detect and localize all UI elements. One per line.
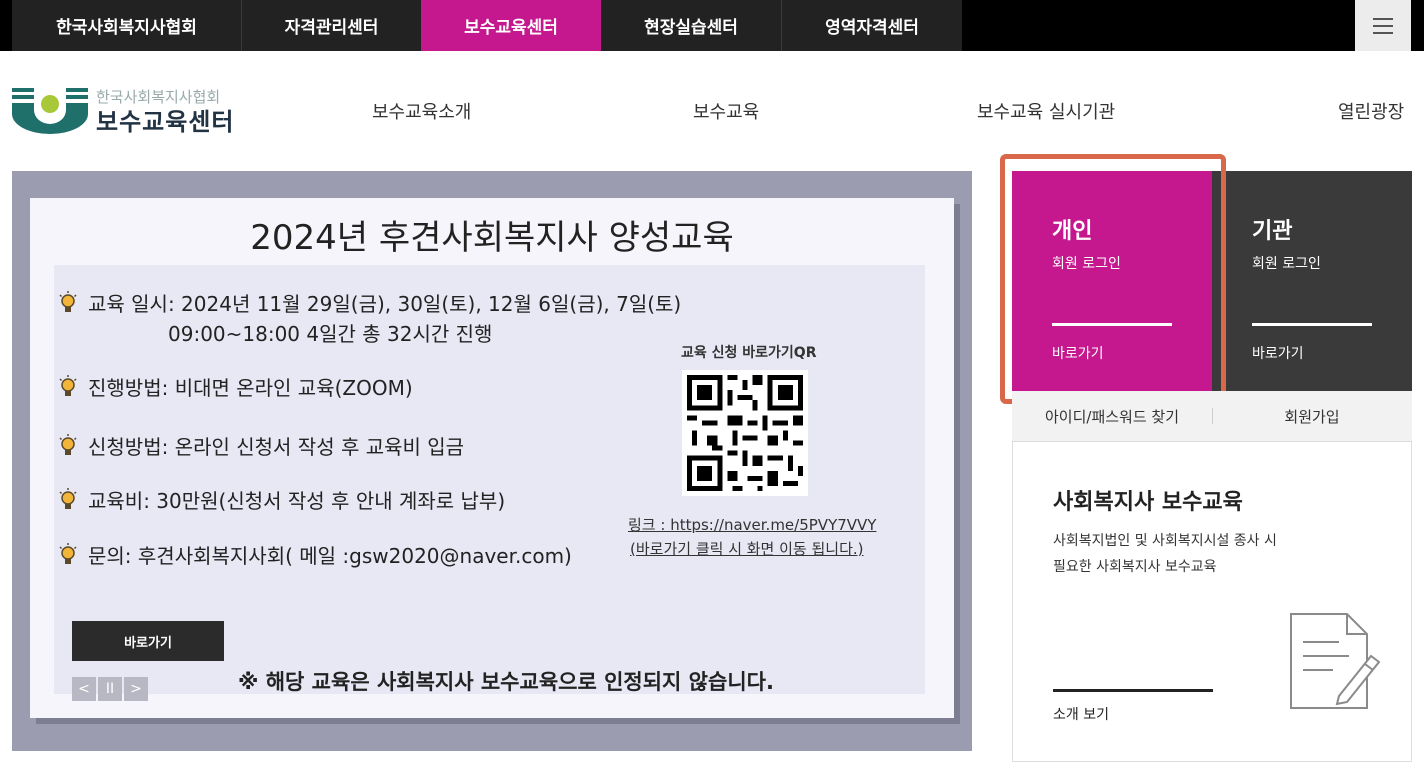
account-links: 아이디/패스워드 찾기 회원가입	[1012, 391, 1412, 441]
lightbulb-icon	[59, 290, 77, 312]
banner-next-button[interactable]: >	[124, 677, 148, 701]
intro-more-link[interactable]: 소개 보기	[1053, 704, 1109, 724]
intro-description: 필요한 사회복지사 보수교육	[1053, 559, 1217, 575]
qr-link-note[interactable]: (바로가기 클릭 시 화면 이동 됩니다.)	[630, 538, 864, 559]
info-item-text: 진행방법: 비대면 온라인 교육(ZOOM)	[88, 376, 413, 400]
banner-prev-button[interactable]: <	[72, 677, 96, 701]
logo-title: 보수교육센터	[96, 108, 235, 136]
info-item-text: 교육 일시: 2024년 11월 29일(금), 30일(토), 12월 6일(…	[88, 292, 682, 316]
banner-notice: ※ 해당 교육은 사회복지사 보수교육으로 인정되지 않습니다.	[238, 670, 774, 694]
tab-qualification-center[interactable]: 자격관리센터	[242, 0, 421, 51]
gnb-item-institutions[interactable]: 보수교육 실시기관	[977, 98, 1115, 124]
site-logo[interactable]: 한국사회복지사협회 보수교육센터	[12, 86, 262, 136]
banner-pause-button[interactable]: II	[98, 677, 122, 701]
info-item-text: 신청방법: 온라인 신청서 작성 후 교육비 입금	[88, 435, 465, 459]
intro-card: 사회복지사 보수교육 사회복지법인 및 사회복지시설 종사 시 필요한 사회복지…	[1012, 441, 1412, 762]
gnb-item-education[interactable]: 보수교육	[693, 98, 759, 124]
signup-link[interactable]: 회원가입	[1212, 391, 1412, 441]
menu-button[interactable]	[1355, 0, 1411, 51]
org-login-go-link[interactable]: 바로가기	[1252, 343, 1304, 363]
info-item-schedule-time: 09:00~18:00 4일간 총 32시간 진행	[168, 322, 493, 346]
lightbulb-icon	[59, 542, 77, 564]
tab-area-qualification-center[interactable]: 영역자격센터	[782, 0, 962, 51]
tab-kasw[interactable]: 한국사회복지사협회	[12, 0, 241, 51]
qr-link[interactable]: 링크 : https://naver.me/5PVY7VVY	[628, 514, 876, 535]
info-item-fee: 교육비: 30만원(신청서 작성 후 안내 계좌로 납부)	[58, 485, 505, 514]
org-login-card[interactable]: 기관 회원 로그인 바로가기	[1212, 171, 1412, 391]
info-item-schedule: 교육 일시: 2024년 11월 29일(금), 30일(토), 12월 6일(…	[58, 288, 681, 317]
banner-title: 2024년 후견사회복지사 양성교육	[250, 218, 734, 258]
find-account-link[interactable]: 아이디/패스워드 찾기	[1012, 391, 1212, 441]
qr-label: 교육 신청 바로가기QR	[681, 345, 817, 361]
info-item-method: 진행방법: 비대면 온라인 교육(ZOOM)	[58, 372, 413, 401]
info-item-application: 신청방법: 온라인 신청서 작성 후 교육비 입금	[58, 431, 464, 460]
logo-mark-icon	[12, 88, 88, 134]
document-edit-icon	[1290, 613, 1381, 709]
gnb-item-open-square[interactable]: 열린광장	[1338, 98, 1404, 124]
qr-code-icon[interactable]	[682, 370, 808, 496]
intro-title: 사회복지사 보수교육	[1053, 490, 1243, 515]
banner-go-button[interactable]: 바로가기	[72, 621, 224, 661]
intro-description: 사회복지법인 및 사회복지시설 종사 시	[1053, 533, 1277, 549]
divider	[1053, 689, 1213, 692]
info-item-contact: 문의: 후견사회복지사회( 메일 :gsw2020@naver.com)	[58, 540, 572, 569]
org-login-title: 기관	[1252, 219, 1293, 244]
lightbulb-icon	[59, 374, 77, 396]
highlight-annotation	[1000, 154, 1226, 404]
lightbulb-icon	[59, 487, 77, 509]
lightbulb-icon	[59, 433, 77, 455]
divider	[1252, 323, 1372, 326]
org-login-subtitle: 회원 로그인	[1252, 256, 1321, 272]
hamburger-icon	[1373, 17, 1393, 34]
top-site-nav: 한국사회복지사협회 자격관리센터 보수교육센터 현장실습센터 영역자격센터	[0, 0, 1424, 51]
tab-continuing-education-center[interactable]: 보수교육센터	[421, 0, 601, 51]
tab-field-practice-center[interactable]: 현장실습센터	[601, 0, 781, 51]
info-item-text: 교육비: 30만원(신청서 작성 후 안내 계좌로 납부)	[88, 489, 506, 513]
info-item-text: 문의: 후견사회복지사회( 메일 :gsw2020@naver.com)	[88, 544, 572, 568]
gnb-item-intro[interactable]: 보수교육소개	[372, 98, 471, 124]
